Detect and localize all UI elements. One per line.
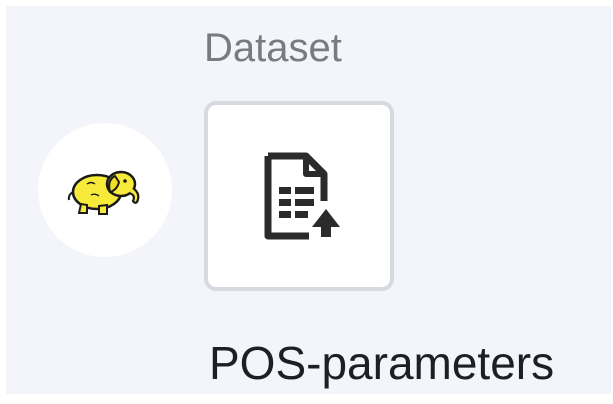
pipeline-canvas: Dataset POS-parameters	[6, 6, 611, 394]
dataset-upload-icon	[264, 152, 340, 240]
hadoop-elephant-icon	[67, 170, 140, 215]
node-type-label: Dataset	[204, 26, 342, 70]
hadoop-source-badge[interactable]	[38, 123, 172, 257]
dataset-name-label: POS-parameters	[209, 337, 555, 389]
dataset-node-card[interactable]	[204, 101, 394, 291]
